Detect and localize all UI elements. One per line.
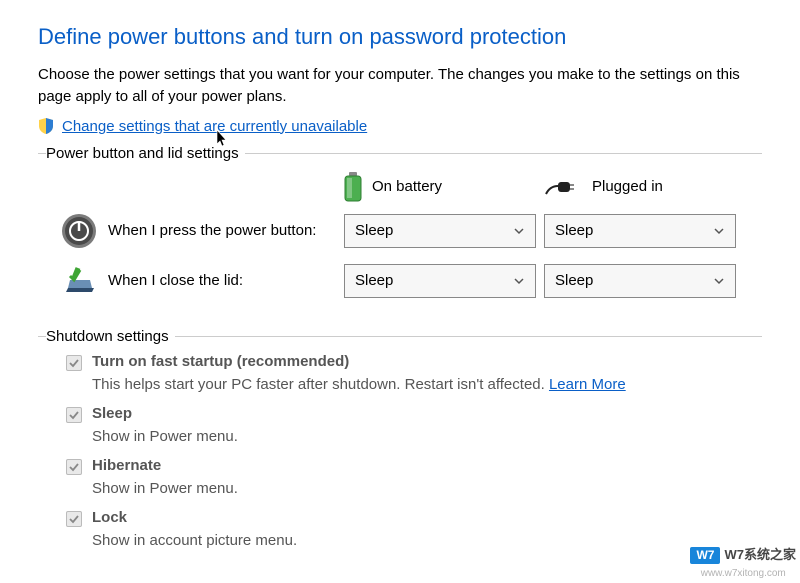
plugged-in-header: Plugged in — [544, 176, 744, 198]
fast-startup-desc: This helps start your PC faster after sh… — [66, 375, 762, 395]
hibernate-title: Hibernate — [92, 457, 161, 474]
plugged-in-label: Plugged in — [592, 178, 663, 195]
chevron-down-icon — [513, 275, 525, 287]
power-button-lid-group: Power button and lid settings On battery… — [38, 145, 762, 328]
power-button-label: When I press the power button: — [98, 222, 344, 239]
fast-startup-checkbox — [66, 355, 82, 371]
learn-more-link[interactable]: Learn More — [549, 376, 626, 393]
on-battery-label: On battery — [372, 178, 442, 195]
cursor-icon — [213, 130, 229, 150]
close-lid-plugged-select[interactable]: Sleep — [544, 264, 736, 298]
sleep-title: Sleep — [92, 405, 132, 422]
fast-startup-title: Turn on fast startup (recommended) — [92, 353, 349, 370]
select-value: Sleep — [355, 272, 393, 289]
sleep-desc: Show in Power menu. — [66, 427, 762, 447]
page-title: Define power buttons and turn on passwor… — [38, 24, 762, 50]
lock-desc: Show in account picture menu. — [66, 531, 762, 551]
on-battery-header: On battery — [344, 172, 544, 202]
power-button-icon — [60, 212, 98, 250]
close-lid-battery-select[interactable]: Sleep — [344, 264, 536, 298]
close-lid-icon — [60, 262, 98, 300]
battery-icon — [344, 172, 362, 202]
shield-icon — [38, 118, 54, 134]
shutdown-settings-group: Shutdown settings Turn on fast startup (… — [38, 328, 762, 562]
close-lid-label: When I close the lid: — [98, 272, 344, 289]
watermark-badge: W7 — [690, 547, 720, 564]
select-value: Sleep — [555, 222, 593, 239]
power-button-battery-select[interactable]: Sleep — [344, 214, 536, 248]
watermark-url: www.w7xitong.com — [701, 568, 786, 579]
watermark-text: W7系统之家 — [724, 548, 796, 562]
power-button-plugged-select[interactable]: Sleep — [544, 214, 736, 248]
chevron-down-icon — [713, 275, 725, 287]
plug-icon — [544, 176, 582, 198]
lock-title: Lock — [92, 509, 127, 526]
select-value: Sleep — [555, 272, 593, 289]
hibernate-checkbox — [66, 459, 82, 475]
intro-text: Choose the power settings that you want … — [38, 64, 762, 108]
lock-checkbox — [66, 511, 82, 527]
chevron-down-icon — [513, 225, 525, 237]
chevron-down-icon — [713, 225, 725, 237]
watermark: W7 W7系统之家 www.w7xitong.com — [690, 547, 796, 579]
select-value: Sleep — [355, 222, 393, 239]
sleep-checkbox — [66, 407, 82, 423]
hibernate-desc: Show in Power menu. — [66, 479, 762, 499]
shutdown-settings-legend: Shutdown settings — [46, 328, 175, 345]
